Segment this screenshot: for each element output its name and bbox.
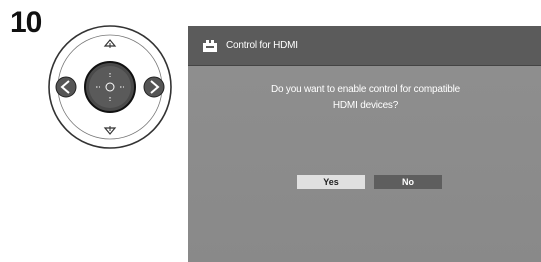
dialog-title: Control for HDMI (226, 40, 298, 51)
yes-button[interactable]: Yes (297, 175, 365, 189)
no-button[interactable]: No (374, 175, 442, 189)
dialog-titlebar: Control for HDMI (188, 26, 541, 66)
tv-screen: Control for HDMI Do you want to enable c… (188, 26, 541, 262)
remote-navigation-pad (47, 24, 173, 150)
dialog-message-line-2: HDMI devices? (332, 100, 399, 111)
step-number: 10 (10, 6, 42, 39)
connector-icon (202, 39, 218, 53)
dialog-message: Do you want to enable control for compat… (208, 82, 523, 114)
right-button[interactable] (143, 76, 165, 98)
ok-button[interactable] (84, 61, 136, 113)
left-button[interactable] (55, 76, 77, 98)
dialog-message-line-1: Do you want to enable control for compat… (270, 84, 461, 95)
